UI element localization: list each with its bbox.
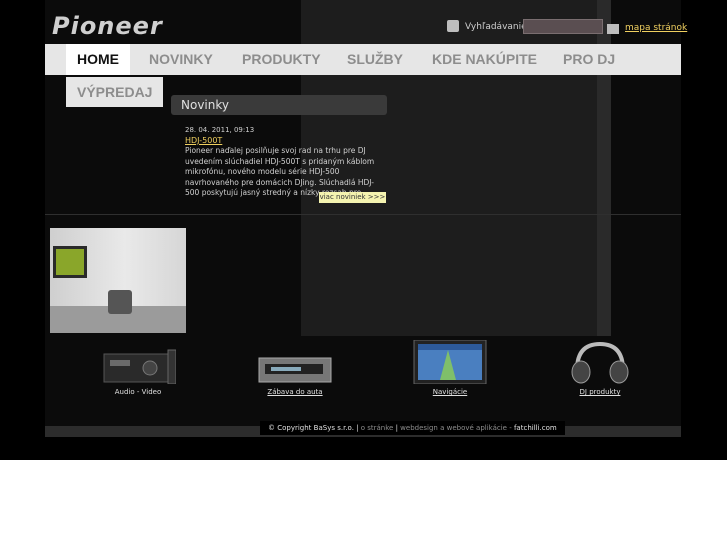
copyright-text: © Copyright BaSys s.r.o. bbox=[268, 424, 354, 432]
nav-novinky[interactable]: NOVINKY bbox=[149, 44, 213, 75]
nav-pro-dj[interactable]: PRO DJ bbox=[563, 44, 615, 75]
webdesign-text: webdesign a webové aplikácie - bbox=[400, 424, 512, 432]
product-label: DJ produkty bbox=[579, 388, 621, 396]
interior-photo bbox=[50, 228, 186, 333]
product-navigation[interactable]: Navigácie bbox=[410, 339, 490, 396]
page-background: Pioneer Vyhľadávanie: mapa stránok HOME … bbox=[0, 0, 727, 460]
navigation-icon bbox=[410, 339, 490, 385]
product-car-audio[interactable]: Zábava do auta bbox=[255, 340, 335, 396]
sitemap-link[interactable]: mapa stránok bbox=[625, 23, 687, 33]
about-link[interactable]: o stránke bbox=[361, 424, 394, 432]
search-icon bbox=[447, 20, 459, 32]
news-title-link[interactable]: HDJ-500T bbox=[185, 136, 222, 145]
sitemap-icon bbox=[607, 24, 619, 34]
footer: © Copyright BaSys s.r.o. | o stránke | w… bbox=[260, 421, 565, 435]
nav-home[interactable]: HOME bbox=[66, 44, 130, 75]
divider bbox=[45, 214, 681, 215]
news-header: Novinky bbox=[171, 95, 387, 115]
nav-sluzby[interactable]: SLUŽBY bbox=[347, 44, 403, 75]
car-stereo-icon bbox=[255, 340, 335, 384]
nav-kde-nakupite[interactable]: KDE NAKÚPITE bbox=[432, 44, 537, 75]
news-date: 28. 04. 2011, 09:13 bbox=[185, 126, 255, 134]
pioneer-logo[interactable]: Pioneer bbox=[52, 12, 163, 40]
search-input[interactable] bbox=[523, 19, 603, 34]
headphones-icon bbox=[565, 340, 635, 384]
product-audio-video[interactable]: Audio - Video bbox=[100, 340, 177, 396]
nav-vypredaj[interactable]: VÝPREDAJ bbox=[66, 77, 164, 107]
news-body: Pioneer naďalej posilňuje svoj rad na tr… bbox=[185, 146, 375, 197]
product-label: Zábava do auta bbox=[267, 388, 323, 396]
company-link[interactable]: fatchilli.com bbox=[514, 424, 557, 432]
product-label: Audio - Video bbox=[114, 388, 162, 396]
more-news-button[interactable]: viac noviniek >>> bbox=[319, 192, 386, 203]
product-dj[interactable]: DJ produkty bbox=[565, 340, 635, 396]
search-label: Vyhľadávanie: bbox=[465, 22, 530, 32]
product-label: Navigácie bbox=[432, 388, 468, 396]
av-receiver-icon bbox=[100, 340, 177, 385]
nav-produkty[interactable]: PRODUKTY bbox=[242, 44, 321, 75]
